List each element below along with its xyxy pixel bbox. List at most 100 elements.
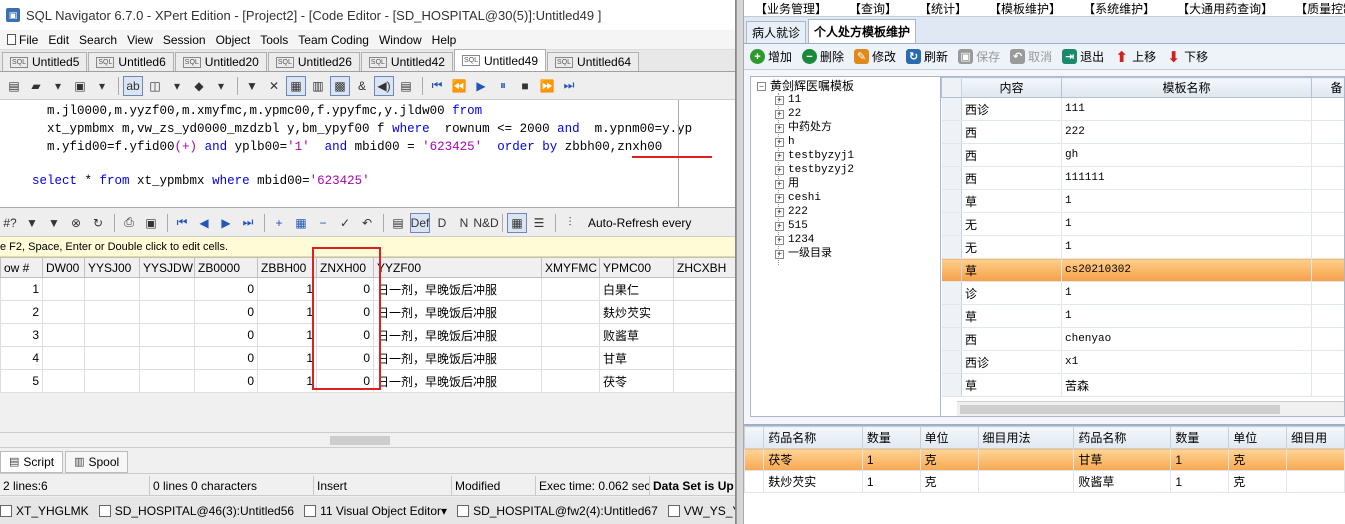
stop-icon[interactable]: ■: [515, 76, 535, 96]
menu-statistics[interactable]: 【统计】: [908, 0, 978, 17]
table-row[interactable]: 草1: [941, 304, 1344, 328]
column-header[interactable]: ZBBH00: [257, 257, 317, 278]
menu-edit[interactable]: Edit: [43, 33, 74, 47]
grid-mode-icon[interactable]: ▦: [507, 212, 527, 233]
undo-icon[interactable]: ↶: [357, 213, 377, 233]
tree-node[interactable]: + ceshi: [751, 191, 941, 205]
tab-untitled5[interactable]: SQL Untitled5: [2, 52, 88, 71]
form-mode-icon[interactable]: ☰: [529, 213, 549, 233]
column-header[interactable]: 细目用: [1286, 426, 1345, 449]
column-header[interactable]: 模板名称: [1061, 77, 1312, 98]
template-tree[interactable]: − 黄剑辉医嘱模板 +11 +22 + 中药处方 + h + testbyzyj1 + t…: [750, 76, 942, 417]
dropdown-arrow-icon[interactable]: ▾: [211, 76, 231, 96]
open-folder-icon[interactable]: ▰: [26, 76, 46, 96]
next-record-icon[interactable]: ▶: [216, 213, 236, 233]
tree-node[interactable]: + testbyzyj2: [751, 163, 941, 177]
first-icon[interactable]: ⏮: [427, 76, 447, 96]
column-header[interactable]: 细目用法: [977, 426, 1075, 449]
refresh-button[interactable]: ↻ 刷新: [906, 48, 948, 65]
tree-node[interactable]: +11: [751, 93, 941, 107]
menu-object[interactable]: Object: [211, 33, 256, 47]
column-header[interactable]: 内容: [961, 77, 1062, 98]
task-item[interactable]: SD_HOSPITAL@46(3):Untitled56: [98, 504, 294, 518]
table-row[interactable]: 西 111111: [941, 166, 1344, 190]
delete-record-icon[interactable]: −: [313, 213, 333, 233]
table-row[interactable]: 西 chenyao: [941, 327, 1344, 351]
save-button[interactable]: ▣ 保存: [958, 48, 1000, 65]
tab-untitled6[interactable]: SQL Untitled6: [88, 52, 174, 71]
default-icon[interactable]: Def: [410, 212, 430, 233]
expand-icon[interactable]: +: [775, 151, 784, 161]
table-row[interactable]: 草苦森: [941, 373, 1344, 397]
move-down-button[interactable]: ⬇ 下移: [1166, 48, 1208, 66]
table-row-selected[interactable]: 草 cs20210302: [941, 258, 1344, 282]
tree-node[interactable]: + 用: [751, 177, 941, 191]
column-header[interactable]: 数量: [861, 426, 921, 449]
table-row[interactable]: 诊1: [941, 281, 1344, 305]
dropdown-arrow-icon[interactable]: ▾: [48, 76, 68, 96]
insert-record-icon[interactable]: +: [269, 213, 289, 233]
cancel-icon[interactable]: ⊗: [66, 213, 86, 233]
move-up-button[interactable]: ⬆ 上移: [1114, 48, 1156, 66]
tree-node[interactable]: +222: [751, 205, 941, 219]
layout-icon[interactable]: ◫: [145, 76, 165, 96]
grid-insert-icon[interactable]: ▦: [291, 213, 311, 233]
table-row[interactable]: 西 222: [941, 120, 1344, 144]
menu-system[interactable]: 【系统维护】: [1072, 0, 1166, 17]
task-item[interactable]: SD_HOSPITAL@fw2(4):Untitled67: [457, 504, 658, 518]
column-header[interactable]: ow #: [0, 257, 43, 278]
column-header[interactable]: DW00: [42, 257, 85, 278]
help-icon[interactable]: #?: [0, 213, 20, 233]
tab-personal-template[interactable]: 个人处方模板维护: [808, 19, 917, 43]
grid-view-icon[interactable]: ▦: [286, 75, 306, 96]
expand-icon[interactable]: +: [775, 137, 784, 147]
expand-icon[interactable]: +: [775, 249, 784, 259]
dropdown-arrow-icon[interactable]: ▾: [92, 76, 112, 96]
expand-icon[interactable]: +: [775, 95, 784, 105]
task-item[interactable]: XT_YHGLMK: [0, 504, 89, 518]
text-view-icon[interactable]: ▥: [308, 76, 328, 96]
table-row[interactable]: 西诊 111: [941, 97, 1344, 121]
nd-icon[interactable]: N&D: [473, 213, 498, 233]
menu-session[interactable]: Session: [158, 33, 211, 47]
expand-icon[interactable]: +: [775, 165, 784, 175]
column-header[interactable]: ZB0000: [194, 257, 258, 278]
columns-icon[interactable]: ⫶: [560, 213, 580, 233]
menu-tools[interactable]: Tools: [255, 33, 293, 47]
scrollbar-thumb[interactable]: [960, 405, 1280, 414]
pause-icon[interactable]: ⏸: [493, 76, 513, 96]
tree-node[interactable]: + testbyzyj1: [751, 149, 941, 163]
save-icon[interactable]: ▣: [141, 213, 161, 233]
column-header[interactable]: 数量: [1170, 426, 1230, 449]
column-header[interactable]: 单位: [1228, 426, 1288, 449]
menu-business[interactable]: 【业务管理】: [744, 0, 838, 17]
tab-untitled20[interactable]: SQL Untitled20: [174, 52, 267, 71]
tab-untitled26[interactable]: SQL Untitled26: [267, 52, 360, 71]
post-icon[interactable]: ✓: [335, 213, 355, 233]
filter-icon[interactable]: ▼: [242, 76, 262, 96]
tree-node[interactable]: +1234: [751, 233, 941, 247]
chart-icon[interactable]: ▤: [396, 76, 416, 96]
tree-root[interactable]: − 黄剑辉医嘱模板: [751, 79, 941, 93]
code-editor[interactable]: m.jl0000,m.yyzf00,m.xmyfmc,m.ypmc00,f.yp…: [0, 100, 735, 208]
n-icon[interactable]: N: [454, 213, 474, 233]
tab-untitled42[interactable]: SQL Untitled42: [360, 52, 453, 71]
tab-patient-visit[interactable]: 病人就诊: [746, 21, 807, 43]
column-header[interactable]: YYSJDW: [139, 257, 195, 278]
dropdown-arrow-icon[interactable]: ▾: [167, 76, 187, 96]
expand-icon[interactable]: +: [775, 179, 784, 189]
column-header[interactable]: 药品名称: [1073, 426, 1172, 449]
table-row[interactable]: 西诊 x1: [941, 350, 1344, 374]
exit-button[interactable]: ⇥ 退出: [1062, 48, 1104, 65]
edit-button[interactable]: ✎ 修改: [854, 48, 896, 65]
grid-horizontal-scrollbar[interactable]: [0, 432, 735, 448]
column-header[interactable]: 备: [1311, 77, 1344, 98]
column-header[interactable]: 单位: [919, 426, 979, 449]
menu-help[interactable]: Help: [427, 33, 462, 47]
memo-icon[interactable]: ▤: [388, 213, 408, 233]
column-header[interactable]: YPMC00: [599, 257, 674, 278]
scrollbar-thumb[interactable]: [330, 436, 390, 445]
calculator-icon[interactable]: ▩: [330, 75, 350, 96]
print-icon[interactable]: ⎙: [119, 213, 139, 233]
column-header[interactable]: XMYFMC: [541, 257, 600, 278]
